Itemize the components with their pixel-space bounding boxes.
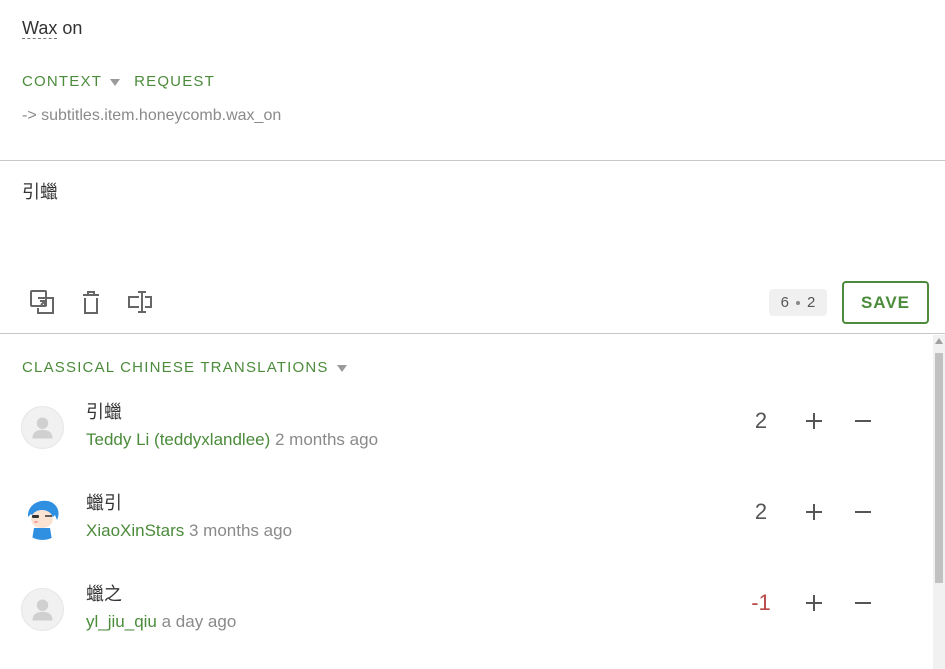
copy-source-icon <box>30 290 54 314</box>
delete-icon <box>83 291 99 314</box>
source-term-highlight[interactable]: Wax <box>22 18 58 39</box>
timestamp: 3 months ago <box>184 521 293 540</box>
context-tabs: CONTEXT REQUEST <box>22 73 215 90</box>
list-item: 引蠟 Teddy Li (teddyxlandlee) 2 months ago… <box>0 402 933 496</box>
save-button[interactable]: SAVE <box>842 281 929 324</box>
suggestion-text: 蠟引 <box>86 493 122 513</box>
upvote-button[interactable] <box>799 406 829 436</box>
upvote-button[interactable] <box>799 497 829 527</box>
caret-down-icon <box>336 365 347 372</box>
tab-request-label: REQUEST <box>134 73 215 90</box>
default-avatar-icon <box>32 599 53 621</box>
downvote-button[interactable] <box>848 588 878 618</box>
timestamp: a day ago <box>156 612 237 631</box>
editor-toolbar <box>28 287 175 317</box>
counter-right: 2 <box>807 294 816 311</box>
timestamp: 2 months ago <box>270 430 379 449</box>
avatar[interactable] <box>21 406 64 449</box>
suggestion-meta: Teddy Li (teddyxlandlee) 2 months ago <box>86 430 378 450</box>
source-rest: on <box>57 18 83 38</box>
list-item: 蠟之 yl_jiu_qiu a day ago -1 <box>0 584 933 669</box>
downvote-button[interactable] <box>848 406 878 436</box>
vote-count: 2 <box>754 408 768 433</box>
suggestion-meta: yl_jiu_qiu a day ago <box>86 612 236 632</box>
suggestion-meta: XiaoXinStars 3 months ago <box>86 521 292 541</box>
default-avatar-icon <box>32 417 53 439</box>
insert-text-button[interactable] <box>126 287 154 317</box>
custom-avatar-icon <box>21 497 64 540</box>
tab-context-label: CONTEXT <box>22 73 103 90</box>
minus-icon <box>855 511 871 513</box>
vote-count: 2 <box>754 499 768 524</box>
scrollbar-thumb[interactable] <box>935 353 943 583</box>
tab-request[interactable]: REQUEST <box>134 73 215 90</box>
suggestion-text: 引蠟 <box>86 402 122 422</box>
author-link[interactable]: Teddy Li (teddyxlandlee) <box>86 430 270 449</box>
suggestion-text: 蠟之 <box>86 584 122 604</box>
downvote-button[interactable] <box>848 497 878 527</box>
tab-context[interactable]: CONTEXT <box>22 73 121 90</box>
plus-icon <box>806 504 822 520</box>
author-link[interactable]: yl_jiu_qiu <box>86 612 157 631</box>
minus-icon <box>855 420 871 422</box>
delete-button[interactable] <box>77 287 105 317</box>
source-panel: Wax on CONTEXT REQUEST -> subtitles.item… <box>0 0 945 161</box>
vote-count: -1 <box>751 590 771 615</box>
source-string: Wax on <box>22 18 82 39</box>
counter-separator <box>796 300 800 305</box>
translations-dropdown[interactable]: CLASSICAL CHINESE TRANSLATIONS <box>22 359 347 376</box>
upvote-button[interactable] <box>799 588 829 618</box>
avatar[interactable] <box>21 588 64 631</box>
list-item: 蠟引 XiaoXinStars 3 months ago 2 <box>0 493 933 587</box>
translation-input[interactable]: 引蠟 <box>22 178 58 204</box>
plus-icon <box>806 595 822 611</box>
caret-down-icon <box>110 79 121 86</box>
scrollbar[interactable] <box>933 335 945 669</box>
translations-title: CLASSICAL CHINESE TRANSLATIONS <box>22 359 329 376</box>
scroll-up-arrow-icon[interactable] <box>935 338 943 344</box>
context-key: -> subtitles.item.honeycomb.wax_on <box>22 107 282 124</box>
avatar[interactable] <box>21 497 64 540</box>
text-cursor-icon <box>128 291 152 313</box>
copy-source-button[interactable] <box>28 287 56 317</box>
counter-left: 6 <box>780 294 789 311</box>
plus-icon <box>806 413 822 429</box>
minus-icon <box>855 602 871 604</box>
author-link[interactable]: XiaoXinStars <box>86 521 184 540</box>
translations-section: CLASSICAL CHINESE TRANSLATIONS 引蠟 Teddy … <box>0 335 933 669</box>
length-counter: 6 2 <box>769 289 827 316</box>
translation-editor: 引蠟 6 2 SAVE <box>0 161 945 334</box>
